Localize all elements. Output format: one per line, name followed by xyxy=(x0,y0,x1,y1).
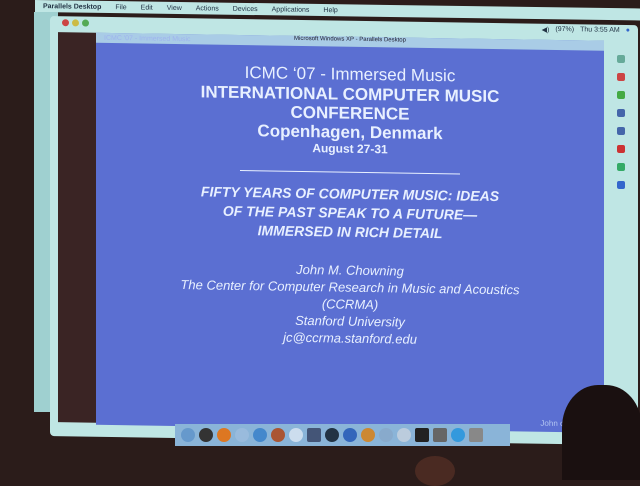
menu-file[interactable]: File xyxy=(115,4,126,11)
clock: Thu 3:55 AM xyxy=(580,26,620,34)
window-icon[interactable] xyxy=(617,126,625,136)
firefox-icon[interactable] xyxy=(217,428,231,442)
left-strip xyxy=(58,32,96,423)
menu-applications[interactable]: Applications xyxy=(272,6,310,14)
parallels-window: ◀) (97%) Thu 3:55 AM ● Microsoft Windows… xyxy=(50,16,638,446)
app-icon[interactable] xyxy=(361,428,375,442)
volume-icon[interactable]: ◀) xyxy=(542,26,550,34)
app-icon[interactable] xyxy=(433,428,447,442)
menu-actions[interactable]: Actions xyxy=(196,5,219,12)
app-icon[interactable] xyxy=(271,428,285,442)
app-icon[interactable] xyxy=(325,428,339,442)
menu-view[interactable]: View xyxy=(167,4,182,11)
zoom-button[interactable] xyxy=(82,19,89,27)
trash-icon[interactable] xyxy=(469,428,483,442)
preview-icon[interactable] xyxy=(307,428,321,442)
toolbar-icon[interactable] xyxy=(617,54,625,64)
dashboard-icon[interactable] xyxy=(199,428,213,442)
system-prefs-icon[interactable] xyxy=(397,428,411,442)
menu-app-name[interactable]: Parallels Desktop xyxy=(43,3,101,11)
play-icon[interactable] xyxy=(617,90,625,100)
presenter-silhouette xyxy=(562,385,640,480)
record-icon[interactable] xyxy=(617,144,625,154)
settings-icon[interactable] xyxy=(617,180,625,190)
terminal-icon[interactable] xyxy=(415,428,429,442)
battery-label: (97%) xyxy=(555,25,575,34)
minimize-button[interactable] xyxy=(72,19,79,27)
app-icon[interactable] xyxy=(343,428,357,442)
itunes-icon[interactable] xyxy=(235,428,249,442)
app-icon[interactable] xyxy=(253,428,267,442)
menu-help[interactable]: Help xyxy=(323,7,337,14)
audience-head xyxy=(415,456,455,486)
mail-icon[interactable] xyxy=(289,428,303,442)
app-icon[interactable] xyxy=(451,428,465,442)
finder-icon[interactable] xyxy=(181,428,195,442)
parallels-sidebar xyxy=(610,54,632,435)
pause-icon[interactable] xyxy=(617,108,625,118)
status-menu: ◀) (97%) Thu 3:55 AM ● xyxy=(542,26,630,35)
divider xyxy=(240,169,460,175)
dock xyxy=(175,424,510,446)
app-icon[interactable] xyxy=(379,428,393,442)
menu-edit[interactable]: Edit xyxy=(141,4,153,11)
slide-header: ICMC '07 - Immersed Music xyxy=(104,34,191,44)
presentation-slide: Microsoft Windows XP - Parallels Desktop… xyxy=(96,32,604,433)
close-button[interactable] xyxy=(62,19,69,27)
back-icon[interactable] xyxy=(617,162,625,172)
spotlight-icon[interactable]: ● xyxy=(626,27,630,35)
stop-icon[interactable] xyxy=(617,72,625,82)
slide-footer: John c xyxy=(540,418,564,429)
menu-devices[interactable]: Devices xyxy=(233,5,258,12)
